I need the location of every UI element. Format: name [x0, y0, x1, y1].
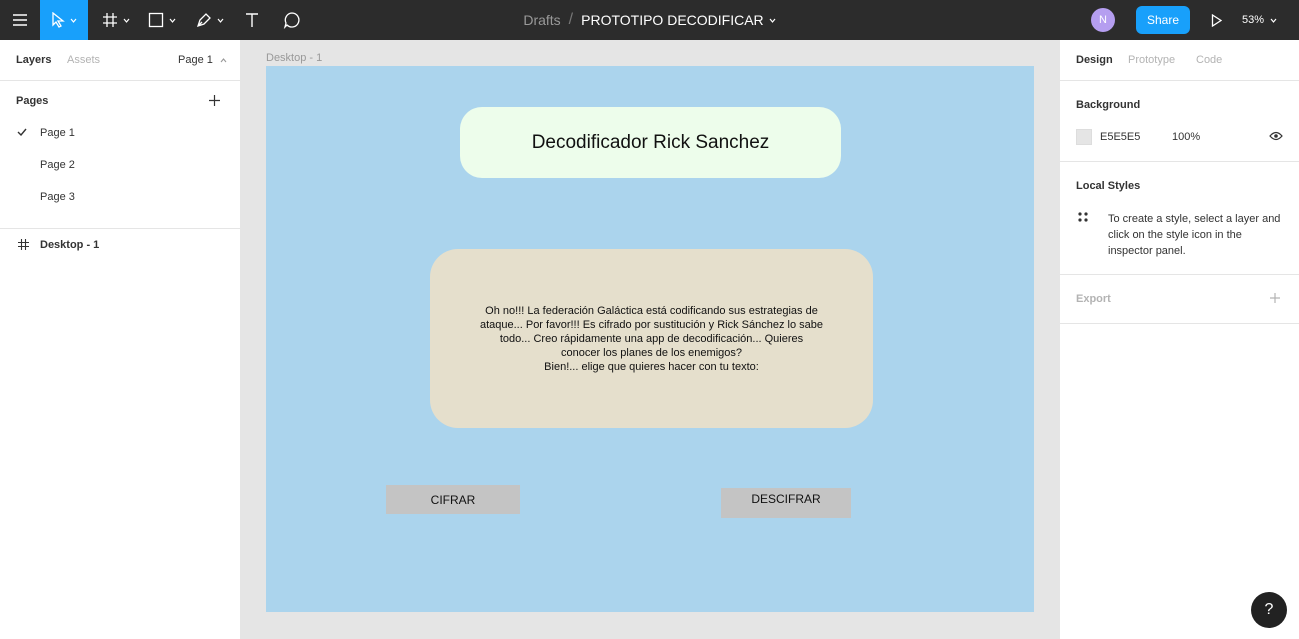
message-text: Oh no!!! La federación Galáctica está co…: [460, 304, 843, 374]
check-icon: [17, 128, 27, 136]
pen-icon: [196, 13, 211, 28]
frame-label[interactable]: Desktop - 1: [266, 52, 322, 64]
export-header: Export: [1076, 293, 1111, 305]
file-name[interactable]: PROTOTIPO DECODIFICAR: [581, 12, 764, 28]
rectangle-icon: [148, 12, 164, 28]
layers-panel: Layers Assets Page 1 Pages Page 1 Page 2…: [0, 40, 241, 639]
chevron-up-icon: [220, 58, 227, 63]
chevron-down-icon: [123, 18, 130, 23]
pen-tool-button[interactable]: [190, 0, 230, 40]
pages-header: Pages: [16, 95, 49, 107]
toolbar: Drafts / PROTOTIPO DECODIFICAR N Share 5…: [0, 0, 1299, 40]
background-header: Background: [1076, 99, 1141, 111]
app-title: Decodificador Rick Sanchez: [531, 131, 770, 153]
breadcrumb-separator: /: [568, 11, 574, 28]
move-tool-button[interactable]: [40, 0, 88, 40]
tab-design[interactable]: Design: [1076, 54, 1113, 66]
breadcrumb-drafts[interactable]: Drafts: [523, 12, 560, 28]
avatar[interactable]: N: [1091, 8, 1115, 32]
page-selector[interactable]: Page 1: [178, 54, 227, 66]
page-item-2[interactable]: Page 2: [40, 159, 75, 171]
text-icon: [246, 13, 258, 27]
local-styles-hint: To create a style, select a layer and cl…: [1108, 213, 1281, 257]
background-swatch[interactable]: [1076, 129, 1092, 145]
chevron-down-icon: [217, 18, 224, 23]
tab-assets[interactable]: Assets: [67, 54, 100, 66]
chevron-down-icon: [1270, 18, 1277, 23]
design-panel: Design Prototype Code Background E5E5E5 …: [1059, 40, 1299, 639]
message-line: conocer los planes de los enemigos?: [560, 347, 742, 359]
frame-tool-button[interactable]: [96, 0, 136, 40]
message-line: ataque... Por favor!!! Es cifrado por su…: [479, 319, 823, 331]
local-styles-header: Local Styles: [1076, 180, 1141, 192]
shape-tool-button[interactable]: [142, 0, 182, 40]
add-export-icon[interactable]: [1269, 292, 1281, 304]
tab-code[interactable]: Code: [1196, 54, 1222, 66]
frame-icon: [18, 239, 29, 250]
page-item-1[interactable]: Page 1: [40, 127, 75, 139]
message-line: todo... Creo rápidamente una app de deco…: [499, 333, 804, 345]
zoom-level: 53%: [1242, 14, 1265, 26]
message-line: Oh no!!! La federación Galáctica está co…: [485, 305, 818, 317]
comment-icon: [283, 12, 300, 29]
app-title-box[interactable]: Decodificador Rick Sanchez: [460, 107, 841, 178]
tab-layers[interactable]: Layers: [16, 54, 51, 66]
hamburger-icon: [13, 14, 27, 26]
tab-prototype[interactable]: Prototype: [1128, 54, 1175, 66]
chevron-down-icon[interactable]: [769, 18, 776, 23]
zoom-control[interactable]: 53%: [1242, 0, 1277, 40]
style-icon: [1078, 212, 1088, 222]
comment-tool-button[interactable]: [278, 0, 306, 40]
divider: [1060, 80, 1299, 81]
add-page-icon[interactable]: [208, 94, 221, 107]
help-button[interactable]: ?: [1251, 592, 1287, 628]
descifrar-button[interactable]: DESCIFRAR: [721, 488, 851, 518]
page-selector-label: Page 1: [178, 54, 213, 66]
present-button[interactable]: [1204, 0, 1228, 40]
share-button[interactable]: Share: [1136, 6, 1190, 34]
divider: [1060, 161, 1299, 162]
divider: [0, 228, 240, 229]
message-line: Bien!... elige que quieres hacer con tu …: [544, 361, 759, 373]
eye-icon[interactable]: [1269, 131, 1283, 141]
text-tool-button[interactable]: [240, 0, 264, 40]
chevron-down-icon: [70, 18, 77, 23]
background-opacity[interactable]: 100%: [1172, 131, 1200, 143]
page-item-3[interactable]: Page 3: [40, 191, 75, 203]
chevron-down-icon: [169, 18, 176, 23]
cifrar-button[interactable]: CIFRAR: [386, 485, 520, 514]
frame-icon: [103, 13, 117, 27]
message-box[interactable]: Oh no!!! La federación Galáctica está co…: [430, 249, 873, 428]
divider: [1060, 323, 1299, 324]
background-hex[interactable]: E5E5E5: [1100, 131, 1140, 143]
layer-item-desktop-1[interactable]: Desktop - 1: [40, 239, 99, 251]
cursor-icon: [52, 12, 65, 28]
main-menu-button[interactable]: [0, 0, 40, 40]
left-panel-tabs: Layers Assets Page 1: [0, 40, 240, 81]
divider: [1060, 274, 1299, 275]
play-icon: [1211, 13, 1222, 27]
